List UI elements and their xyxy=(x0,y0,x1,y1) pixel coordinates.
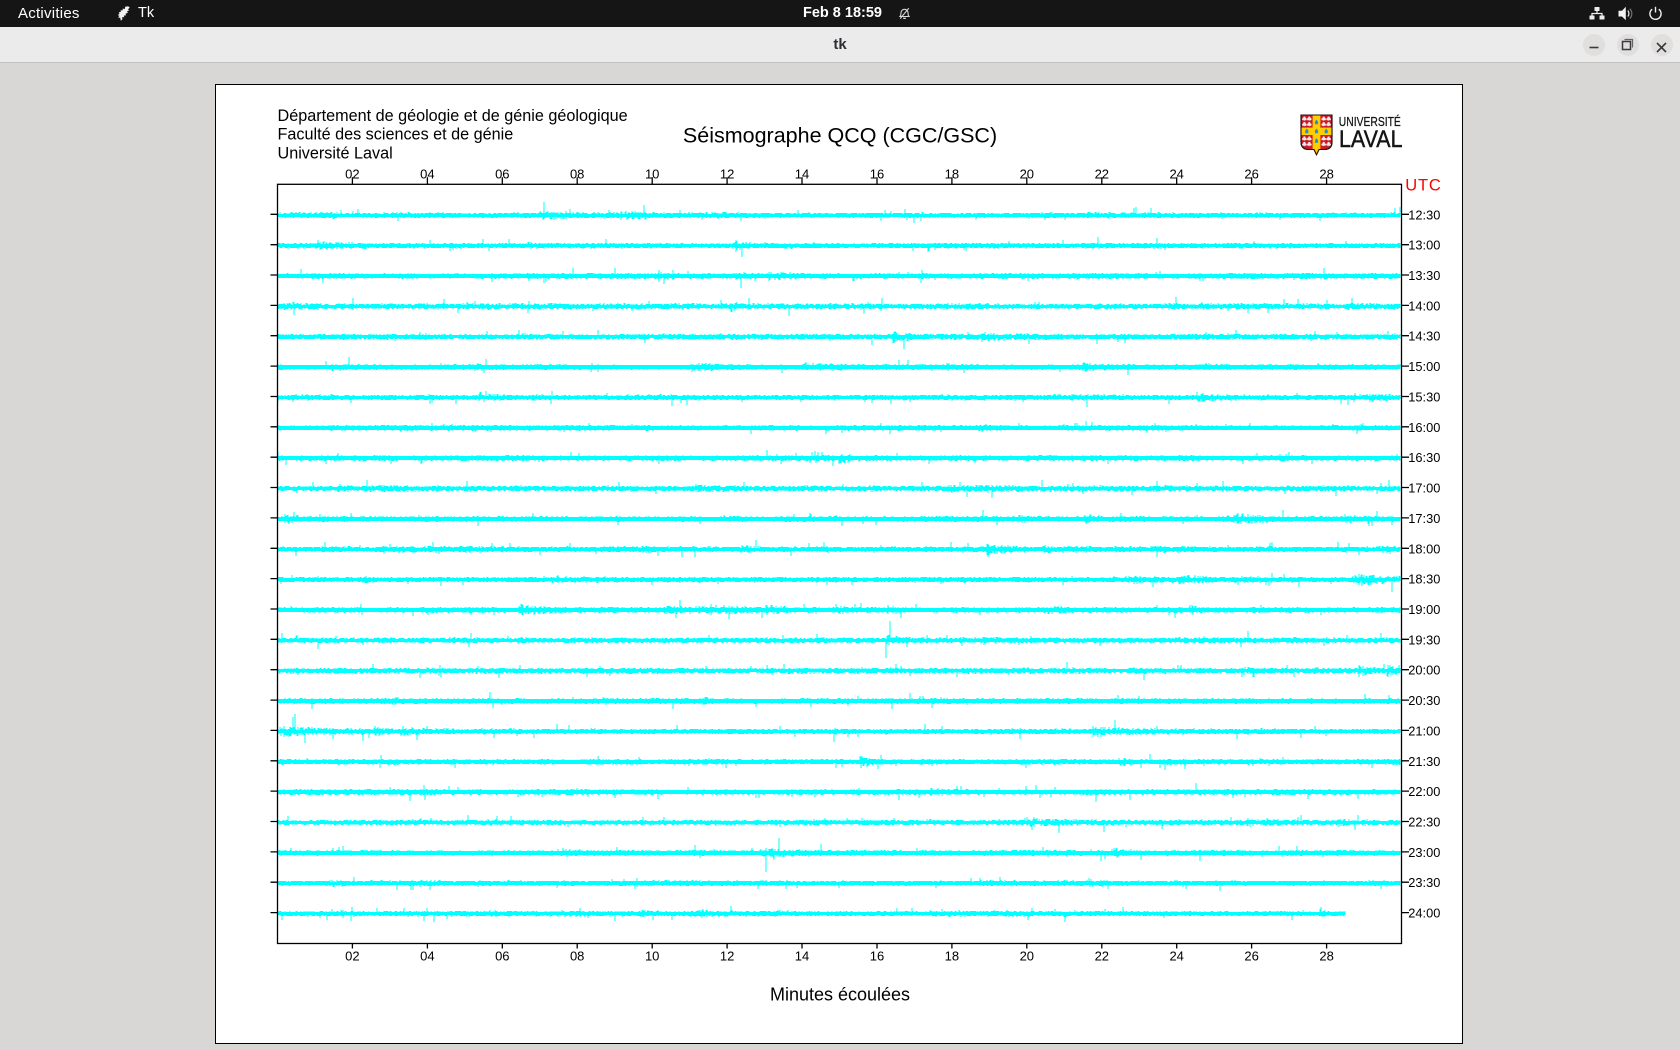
svg-text:28: 28 xyxy=(1319,166,1333,181)
svg-text:17:30: 17:30 xyxy=(1408,511,1440,526)
svg-text:26: 26 xyxy=(1244,949,1258,964)
svg-text:12: 12 xyxy=(720,166,734,181)
svg-text:Séismographe QCQ (CGC/GSC): Séismographe QCQ (CGC/GSC) xyxy=(683,123,997,147)
svg-text:22: 22 xyxy=(1095,166,1109,181)
svg-text:18:30: 18:30 xyxy=(1408,572,1440,587)
svg-text:22:30: 22:30 xyxy=(1408,815,1440,830)
svg-text:19:30: 19:30 xyxy=(1408,632,1440,647)
svg-text:LAVAL: LAVAL xyxy=(1339,126,1403,153)
svg-text:22:00: 22:00 xyxy=(1408,784,1440,799)
svg-text:12: 12 xyxy=(720,949,734,964)
svg-text:06: 06 xyxy=(495,166,509,181)
svg-text:06: 06 xyxy=(495,949,509,964)
svg-text:23:30: 23:30 xyxy=(1408,875,1440,890)
svg-text:Faculté des sciences et de gén: Faculté des sciences et de génie xyxy=(278,126,514,144)
svg-text:12:30: 12:30 xyxy=(1408,207,1440,222)
svg-text:Université Laval: Université Laval xyxy=(278,145,393,163)
svg-text:10: 10 xyxy=(645,166,659,181)
svg-text:15:00: 15:00 xyxy=(1408,359,1440,374)
svg-text:16:30: 16:30 xyxy=(1408,450,1440,465)
svg-text:16: 16 xyxy=(870,166,884,181)
svg-text:21:30: 21:30 xyxy=(1408,754,1440,769)
svg-text:24:00: 24:00 xyxy=(1408,906,1440,921)
svg-text:14:30: 14:30 xyxy=(1408,329,1440,344)
svg-text:20: 20 xyxy=(1020,949,1034,964)
svg-text:13:30: 13:30 xyxy=(1408,268,1440,283)
svg-text:28: 28 xyxy=(1319,949,1333,964)
svg-text:21:00: 21:00 xyxy=(1408,723,1440,738)
svg-text:24: 24 xyxy=(1169,166,1183,181)
svg-text:26: 26 xyxy=(1244,166,1258,181)
svg-text:22: 22 xyxy=(1095,949,1109,964)
svg-text:15:30: 15:30 xyxy=(1408,390,1440,405)
svg-text:20:30: 20:30 xyxy=(1408,693,1440,708)
svg-text:02: 02 xyxy=(345,949,359,964)
svg-text:18: 18 xyxy=(945,166,959,181)
svg-text:Minutes écoulées: Minutes écoulées xyxy=(770,985,910,1005)
svg-text:18:00: 18:00 xyxy=(1408,541,1440,556)
svg-text:08: 08 xyxy=(570,166,584,181)
svg-text:14:00: 14:00 xyxy=(1408,298,1440,313)
svg-text:08: 08 xyxy=(570,949,584,964)
svg-text:Département de géologie et de: Département de géologie et de génie géol… xyxy=(278,107,628,125)
svg-text:23:00: 23:00 xyxy=(1408,845,1440,860)
svg-text:18: 18 xyxy=(945,949,959,964)
svg-text:02: 02 xyxy=(345,166,359,181)
svg-text:20:00: 20:00 xyxy=(1408,663,1440,678)
svg-text:14: 14 xyxy=(795,166,809,181)
svg-text:20: 20 xyxy=(1020,166,1034,181)
svg-text:10: 10 xyxy=(645,949,659,964)
svg-text:19:00: 19:00 xyxy=(1408,602,1440,617)
svg-text:UTC: UTC xyxy=(1405,177,1441,195)
svg-text:04: 04 xyxy=(420,166,434,181)
svg-text:24: 24 xyxy=(1169,949,1183,964)
svg-text:13:00: 13:00 xyxy=(1408,238,1440,253)
svg-text:04: 04 xyxy=(420,949,434,964)
svg-text:14: 14 xyxy=(795,949,809,964)
svg-text:17:00: 17:00 xyxy=(1408,481,1440,496)
svg-text:16:00: 16:00 xyxy=(1408,420,1440,435)
svg-text:16: 16 xyxy=(870,949,884,964)
